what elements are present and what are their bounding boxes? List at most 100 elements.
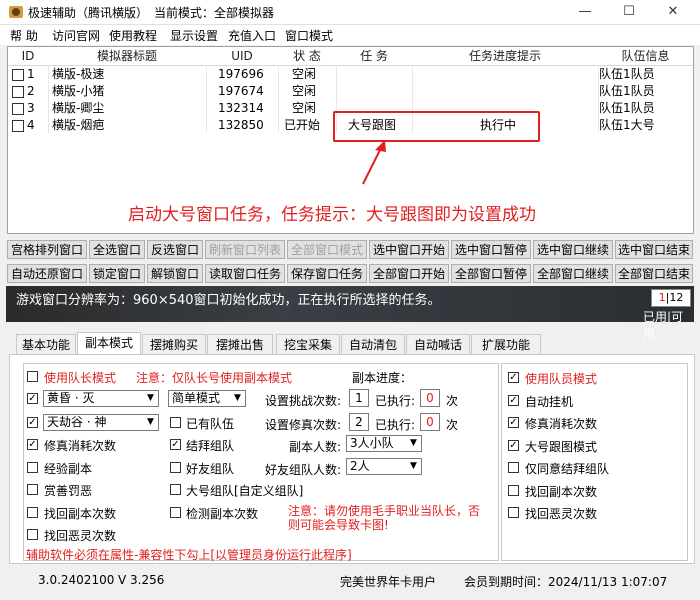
challenge-input[interactable]: 1 bbox=[349, 389, 369, 407]
big-team-checkbox[interactable] bbox=[170, 484, 181, 495]
row-team: 队伍1队员 bbox=[599, 101, 655, 115]
table-row[interactable]: 1 横版-极速 197696 空闲 队伍1队员 bbox=[8, 66, 693, 83]
menu-official-site[interactable]: 访问官网 bbox=[50, 27, 102, 44]
row-status: 空闲 bbox=[292, 101, 317, 115]
friend-people-value: 2人 bbox=[350, 459, 370, 473]
row-checkbox[interactable] bbox=[12, 103, 24, 115]
tab-auto-shout[interactable]: 自动喊话 bbox=[406, 334, 470, 354]
recover-dungeon-checkbox[interactable] bbox=[27, 507, 38, 518]
menu-tutorial[interactable]: 使用教程 bbox=[107, 27, 159, 44]
right-option-checkbox[interactable]: ✓ bbox=[508, 439, 519, 451]
dungeon1-checkbox[interactable]: ✓ bbox=[27, 393, 38, 404]
tab-extensions[interactable]: 扩展功能 bbox=[471, 334, 541, 354]
row-checkbox[interactable] bbox=[12, 120, 24, 132]
right-option-checkbox[interactable] bbox=[508, 462, 519, 473]
difficulty-select[interactable]: 简单模式 ▼ bbox=[168, 390, 246, 407]
row-checkbox[interactable] bbox=[12, 86, 24, 98]
friend-team-checkbox[interactable] bbox=[170, 462, 181, 473]
col-header-task[interactable]: 任 务 bbox=[336, 47, 413, 66]
all-window-mode-button[interactable]: 全部窗口模式 bbox=[287, 240, 367, 259]
right-option-checkbox[interactable] bbox=[508, 484, 519, 496]
dungeon2-select[interactable]: 天劫谷 · 神 ▼ bbox=[43, 414, 159, 431]
tab-stall-sell[interactable]: 摆摊出售 bbox=[207, 334, 273, 354]
refresh-list-button[interactable]: 刷新窗口列表 bbox=[205, 240, 285, 259]
select-all-button[interactable]: 全选窗口 bbox=[89, 240, 145, 259]
invert-select-button[interactable]: 反选窗口 bbox=[147, 240, 203, 259]
tab-dungeon[interactable]: 副本模式 bbox=[77, 332, 141, 355]
close-button[interactable]: ✕ bbox=[650, 0, 696, 24]
lock-window-button[interactable]: 锁定窗口 bbox=[89, 264, 145, 283]
check-dungeon-checkbox[interactable] bbox=[170, 507, 181, 518]
right-option-checkbox[interactable]: ✓ bbox=[508, 417, 519, 428]
page-indicator[interactable]: 1|12 bbox=[651, 289, 691, 307]
people-label: 副本人数: bbox=[289, 440, 342, 454]
reward-checkbox[interactable] bbox=[27, 484, 38, 495]
menu-window-mode[interactable]: 窗口模式 bbox=[283, 27, 335, 44]
row-team: 队伍1队员 bbox=[599, 67, 655, 81]
minimize-button[interactable]: — bbox=[562, 0, 608, 24]
menu-help[interactable]: 帮 助 bbox=[8, 27, 40, 44]
menu-display-settings[interactable]: 显示设置 bbox=[168, 27, 220, 44]
executed2-value[interactable]: 0 bbox=[420, 413, 440, 431]
col-header-title[interactable]: 模拟器标题 bbox=[48, 47, 207, 66]
exp-dungeon-checkbox[interactable] bbox=[27, 462, 38, 473]
all-continue-button[interactable]: 全部窗口继续 bbox=[533, 264, 613, 283]
form-team-checkbox[interactable]: ✓ bbox=[170, 439, 181, 450]
right-option-label: 修真消耗次数 bbox=[525, 417, 598, 431]
tab-stall-buy[interactable]: 摆摊购买 bbox=[142, 334, 206, 354]
friend-people-select[interactable]: 2人 ▼ bbox=[346, 458, 422, 475]
all-stop-button[interactable]: 全部窗口结束 bbox=[615, 264, 693, 283]
page-current: 1 bbox=[658, 291, 666, 304]
people-value: 3人小队 bbox=[350, 436, 394, 450]
used-label: 已用 bbox=[643, 310, 668, 324]
unlock-window-button[interactable]: 解锁窗口 bbox=[147, 264, 203, 283]
tile-windows-button[interactable]: 宫格排列窗口 bbox=[7, 240, 87, 259]
col-header-status[interactable]: 状 态 bbox=[278, 47, 337, 66]
tab-basic[interactable]: 基本功能 bbox=[16, 334, 76, 354]
repair-input[interactable]: 2 bbox=[349, 413, 369, 431]
executed2-label: 已执行: bbox=[375, 418, 416, 432]
row-checkbox[interactable] bbox=[12, 69, 24, 81]
right-option-label: 使用队员模式 bbox=[525, 372, 598, 386]
row-status: 空闲 bbox=[292, 67, 317, 81]
leader-note: 注意：仅队长号使用副本模式 bbox=[136, 371, 293, 385]
selected-start-button[interactable]: 选中窗口开始 bbox=[369, 240, 449, 259]
selected-continue-button[interactable]: 选中窗口继续 bbox=[533, 240, 613, 259]
col-header-uid[interactable]: UID bbox=[206, 47, 279, 66]
col-header-team[interactable]: 队伍信息 bbox=[598, 47, 693, 66]
status-message: 游戏窗口分辨率为：960×540窗口初始化成功，正在执行所选择的任务。 bbox=[16, 293, 441, 308]
recover-spirit-checkbox[interactable] bbox=[27, 529, 38, 540]
right-option-checkbox[interactable]: ✓ bbox=[508, 372, 519, 383]
dungeon1-select[interactable]: 黄昏 · 灭 ▼ bbox=[43, 390, 159, 407]
reward-label: 赏善罚恶 bbox=[44, 484, 93, 498]
col-header-progress[interactable]: 任务进度提示 bbox=[412, 47, 599, 66]
auto-restore-button[interactable]: 自动还原窗口 bbox=[7, 264, 87, 283]
has-team-checkbox[interactable] bbox=[170, 417, 181, 428]
right-option-checkbox[interactable] bbox=[508, 507, 519, 518]
all-pause-button[interactable]: 全部窗口暂停 bbox=[451, 264, 531, 283]
table-row[interactable]: 2 横版-小猪 197674 空闲 队伍1队员 bbox=[8, 83, 693, 100]
menu-recharge[interactable]: 充值入口 bbox=[226, 27, 278, 44]
dungeon2-value: 天劫谷 · 神 bbox=[47, 415, 107, 429]
annotation-text: 启动大号窗口任务，任务提示：大号跟图即为设置成功 bbox=[128, 205, 536, 225]
tab-treasure[interactable]: 挖宝采集 bbox=[276, 334, 340, 354]
selected-pause-button[interactable]: 选中窗口暂停 bbox=[451, 240, 531, 259]
row-status: 空闲 bbox=[292, 84, 317, 98]
save-task-button[interactable]: 保存窗口任务 bbox=[287, 264, 367, 283]
row-uid: 197674 bbox=[218, 84, 264, 98]
all-start-button[interactable]: 全部窗口开始 bbox=[369, 264, 449, 283]
read-task-button[interactable]: 读取窗口任务 bbox=[205, 264, 285, 283]
dungeon2-checkbox[interactable]: ✓ bbox=[27, 417, 38, 428]
executed1-value[interactable]: 0 bbox=[420, 389, 440, 407]
maximize-button[interactable]: ☐ bbox=[606, 0, 652, 24]
chevron-down-icon: ▼ bbox=[410, 461, 417, 471]
selected-stop-button[interactable]: 选中窗口结束 bbox=[615, 240, 693, 259]
right-option-label: 大号跟图模式 bbox=[525, 439, 598, 454]
col-header-id[interactable]: ID bbox=[8, 47, 49, 66]
repair-count-checkbox[interactable]: ✓ bbox=[27, 439, 38, 450]
tab-auto-clean[interactable]: 自动清包 bbox=[341, 334, 405, 354]
right-option-checkbox[interactable]: ✓ bbox=[508, 394, 519, 406]
people-select[interactable]: 3人小队 ▼ bbox=[346, 435, 422, 452]
row-uid: 132850 bbox=[218, 118, 264, 132]
use-leader-checkbox[interactable] bbox=[27, 371, 38, 382]
